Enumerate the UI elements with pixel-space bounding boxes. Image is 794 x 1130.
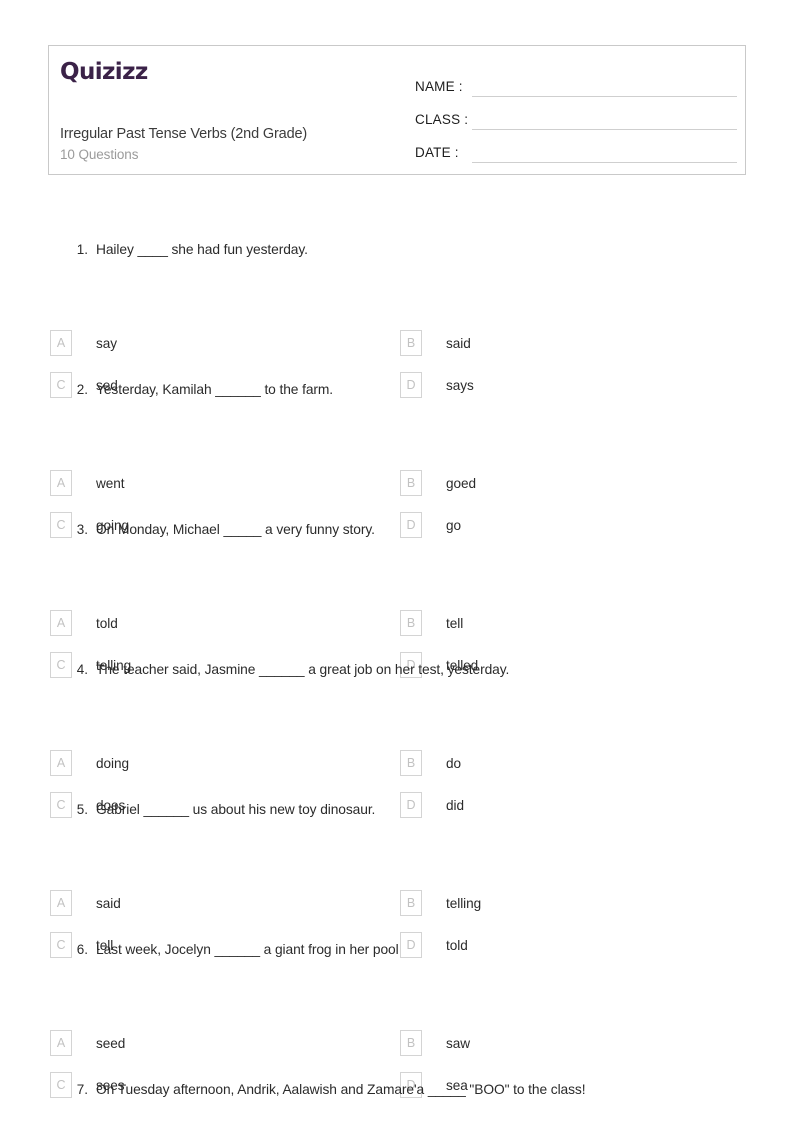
- class-field-label: CLASS :: [415, 112, 469, 127]
- answer-option-a[interactable]: Atold: [50, 610, 118, 636]
- answer-option-b[interactable]: Bdo: [400, 750, 461, 776]
- option-letter-box[interactable]: A: [50, 1030, 72, 1056]
- worksheet-page: Quizizz Irregular Past Tense Verbs (2nd …: [0, 0, 794, 1123]
- answer-option-b[interactable]: Bsaw: [400, 1030, 470, 1056]
- question-number: 6.: [76, 942, 88, 957]
- option-text: said: [446, 335, 471, 351]
- question-text: The teacher said, Jasmine ______ a great…: [96, 662, 510, 677]
- option-text: seed: [96, 1035, 126, 1051]
- page-title: Irregular Past Tense Verbs (2nd Grade): [60, 126, 308, 142]
- question-block: 5. Gabriel ______ us about his new toy di…: [0, 790, 794, 958]
- question-header: 2. Yesterday, Kamilah ______ to the farm.: [0, 370, 794, 412]
- question-block: 3. On Monday, Michael _____ a very funny …: [0, 510, 794, 678]
- date-field-row: DATE :: [415, 130, 737, 163]
- question-header: 5. Gabriel ______ us about his new toy di…: [0, 790, 794, 832]
- option-text: doing: [96, 755, 130, 771]
- option-letter-box[interactable]: B: [400, 610, 422, 636]
- option-letter-box[interactable]: A: [50, 330, 72, 356]
- question-number: 2.: [76, 382, 88, 397]
- question-block: 7. On Tuesday afternoon, Andrik, Aalawish…: [0, 1070, 794, 1130]
- question-header: 4. The teacher said, Jasmine ______ a gre…: [0, 650, 794, 692]
- answer-option-a[interactable]: Aseed: [50, 1030, 125, 1056]
- question-text: On Monday, Michael _____ a very funny st…: [96, 522, 375, 537]
- option-letter-box[interactable]: A: [50, 890, 72, 916]
- answer-option-b[interactable]: Bgoed: [400, 470, 476, 496]
- option-letter-box[interactable]: B: [400, 1030, 422, 1056]
- class-input-line[interactable]: [472, 107, 737, 130]
- answer-option-b[interactable]: Btelling: [400, 890, 481, 916]
- answer-option-a[interactable]: Adoing: [50, 750, 129, 776]
- question-block: 2. Yesterday, Kamilah ______ to the farm.…: [0, 370, 794, 538]
- question-header: 6. Last week, Jocelyn ______ a giant frog…: [0, 930, 794, 972]
- option-letter-box[interactable]: A: [50, 750, 72, 776]
- question-number: 3.: [76, 522, 88, 537]
- quizizz-logo: Quizizz: [60, 59, 148, 85]
- name-field-label: NAME :: [415, 79, 463, 94]
- question-number: 1.: [76, 242, 88, 257]
- questions-list: 1. Hailey ____ she had fun yesterday. Asay…: [0, 230, 794, 1130]
- question-block: 6. Last week, Jocelyn ______ a giant frog…: [0, 930, 794, 1098]
- option-letter-box[interactable]: B: [400, 890, 422, 916]
- question-number: 7.: [76, 1082, 88, 1097]
- question-block: 4. The teacher said, Jasmine ______ a gre…: [0, 650, 794, 818]
- option-text: telling: [446, 895, 482, 911]
- answer-option-a[interactable]: Awent: [50, 470, 125, 496]
- option-letter-box[interactable]: B: [400, 330, 422, 356]
- answer-option-b[interactable]: Bsaid: [400, 330, 471, 356]
- question-text: Gabriel ______ us about his new toy dino…: [96, 802, 376, 817]
- answer-option-a[interactable]: Asay: [50, 330, 117, 356]
- option-text: went: [96, 475, 125, 491]
- option-text: saw: [446, 1035, 471, 1051]
- date-field-label: DATE :: [415, 145, 459, 160]
- option-letter-box[interactable]: A: [50, 610, 72, 636]
- header-left-section: Quizizz Irregular Past Tense Verbs (2nd …: [60, 46, 410, 174]
- option-letter-box[interactable]: B: [400, 470, 422, 496]
- question-text: On Tuesday afternoon, Andrik, Aalawish a…: [96, 1082, 586, 1097]
- question-header: 1. Hailey ____ she had fun yesterday.: [0, 230, 794, 272]
- question-block: 1. Hailey ____ she had fun yesterday. Asay…: [0, 230, 794, 398]
- name-field-row: NAME :: [415, 64, 737, 97]
- question-count-label: 10 Questions: [60, 147, 139, 162]
- option-text: tell: [446, 615, 464, 631]
- option-text: goed: [446, 475, 477, 491]
- question-number: 4.: [76, 662, 88, 677]
- class-field-row: CLASS :: [415, 97, 737, 130]
- answer-option-b[interactable]: Btell: [400, 610, 463, 636]
- option-text: told: [96, 615, 118, 631]
- question-number: 5.: [76, 802, 88, 817]
- question-text: Hailey ____ she had fun yesterday.: [96, 242, 308, 257]
- worksheet-header-card: Quizizz Irregular Past Tense Verbs (2nd …: [48, 45, 746, 175]
- question-text: Last week, Jocelyn ______ a giant frog i…: [96, 942, 399, 957]
- name-input-line[interactable]: [472, 74, 737, 97]
- question-text: Yesterday, Kamilah ______ to the farm.: [96, 382, 334, 397]
- date-input-line[interactable]: [472, 140, 737, 163]
- option-text: do: [446, 755, 462, 771]
- option-text: said: [96, 895, 121, 911]
- option-letter-box[interactable]: B: [400, 750, 422, 776]
- question-header: 3. On Monday, Michael _____ a very funny …: [0, 510, 794, 552]
- question-header: 7. On Tuesday afternoon, Andrik, Aalawish…: [0, 1070, 794, 1112]
- answer-option-a[interactable]: Asaid: [50, 890, 121, 916]
- student-info-fields: NAME : CLASS : DATE :: [415, 64, 737, 163]
- option-text: say: [96, 335, 118, 351]
- option-letter-box[interactable]: A: [50, 470, 72, 496]
